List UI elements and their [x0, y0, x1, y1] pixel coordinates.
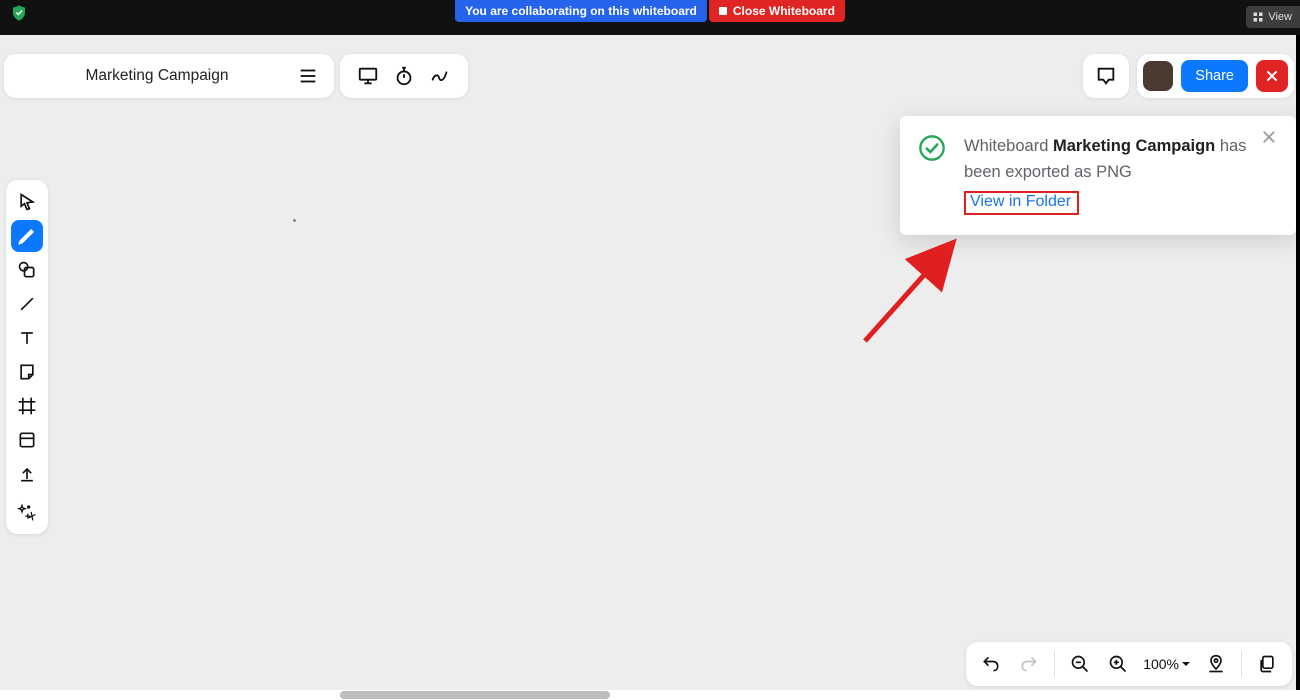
- zoom-in-icon: [1108, 654, 1128, 674]
- present-button[interactable]: [354, 62, 382, 90]
- stop-icon: [719, 7, 727, 15]
- templates-tool[interactable]: [11, 424, 43, 456]
- toast-message: Whiteboard Marketing Campaign has been e…: [964, 134, 1276, 185]
- share-group-card: Share: [1137, 54, 1294, 98]
- stopwatch-icon: [393, 65, 415, 87]
- canvas-mark: [293, 219, 296, 222]
- undo-icon: [981, 654, 1001, 674]
- sparkle-tools-icon: [17, 502, 37, 522]
- upload-tool[interactable]: [11, 458, 43, 490]
- minimap-button[interactable]: [1201, 649, 1231, 679]
- pages-button[interactable]: [1252, 649, 1282, 679]
- close-whiteboard-label: Close Whiteboard: [733, 0, 835, 22]
- bottom-toolbar: 100%: [966, 642, 1292, 686]
- zoom-out-icon: [1070, 654, 1090, 674]
- view-mode-pill[interactable]: View: [1246, 6, 1300, 28]
- toast-prefix: Whiteboard: [964, 137, 1053, 155]
- close-icon: [1264, 68, 1280, 84]
- redo-button[interactable]: [1014, 649, 1044, 679]
- pencil-icon: [17, 226, 37, 246]
- share-button[interactable]: Share: [1181, 60, 1248, 92]
- toolbar-separator: [1054, 651, 1055, 677]
- menu-button[interactable]: [296, 64, 320, 88]
- chat-bubble-icon: [1095, 65, 1117, 87]
- hamburger-icon: [297, 65, 319, 87]
- upload-icon: [17, 464, 37, 484]
- layout-icon: [17, 430, 37, 450]
- sticky-note-icon: [17, 362, 37, 382]
- view-label: View: [1268, 6, 1292, 28]
- cursor-icon: [17, 192, 37, 212]
- toast-board-name: Marketing Campaign: [1053, 137, 1215, 155]
- pages-icon: [1257, 654, 1277, 674]
- whiteboard-title-card: [4, 54, 334, 98]
- text-icon: [17, 328, 37, 348]
- close-whiteboard-banner-button[interactable]: Close Whiteboard: [709, 0, 845, 22]
- frame-tool[interactable]: [11, 390, 43, 422]
- close-whiteboard-button[interactable]: [1256, 60, 1288, 92]
- frame-icon: [17, 396, 37, 416]
- zoom-value: 100%: [1143, 656, 1179, 672]
- toolbar-separator: [1241, 651, 1242, 677]
- top-right-cluster: Share: [1083, 54, 1294, 98]
- shapes-icon: [17, 260, 37, 280]
- timer-button[interactable]: [390, 62, 418, 90]
- line-tool[interactable]: [11, 288, 43, 320]
- user-avatar[interactable]: [1143, 61, 1173, 91]
- tool-sidebar: [6, 180, 48, 534]
- zoom-level-dropdown[interactable]: 100%: [1141, 656, 1193, 672]
- redo-icon: [1019, 654, 1039, 674]
- toast-close-button[interactable]: [1260, 128, 1282, 150]
- sticky-note-tool[interactable]: [11, 356, 43, 388]
- map-pin-icon: [1206, 654, 1226, 674]
- scribble-icon: [429, 65, 451, 87]
- text-tool[interactable]: [11, 322, 43, 354]
- whiteboard-title-input[interactable]: [18, 67, 296, 85]
- grid-icon: [1252, 11, 1264, 23]
- more-apps-tool[interactable]: [11, 496, 43, 528]
- horizontal-scrollbar[interactable]: [0, 690, 1300, 700]
- close-icon: [1260, 128, 1278, 146]
- right-edge-strip: [1296, 35, 1300, 690]
- scrollbar-thumb[interactable]: [340, 691, 610, 699]
- line-icon: [17, 294, 37, 314]
- caret-down-icon: [1181, 659, 1191, 669]
- success-check-icon: [918, 134, 946, 162]
- laser-pointer-button[interactable]: [426, 62, 454, 90]
- collaboration-banner: You are collaborating on this whiteboard: [455, 0, 707, 22]
- zoom-out-button[interactable]: [1065, 649, 1095, 679]
- shape-tool[interactable]: [11, 254, 43, 286]
- presentation-toolbar: [340, 54, 468, 98]
- pen-tool[interactable]: [11, 220, 43, 252]
- presentation-icon: [357, 65, 379, 87]
- zoom-in-button[interactable]: [1103, 649, 1133, 679]
- view-in-folder-link[interactable]: View in Folder: [964, 191, 1079, 215]
- app-topbar: You are collaborating on this whiteboard…: [0, 0, 1300, 35]
- export-toast: Whiteboard Marketing Campaign has been e…: [900, 116, 1296, 235]
- shield-check-icon: [10, 4, 28, 22]
- select-tool[interactable]: [11, 186, 43, 218]
- undo-button[interactable]: [976, 649, 1006, 679]
- comments-button[interactable]: [1083, 54, 1129, 98]
